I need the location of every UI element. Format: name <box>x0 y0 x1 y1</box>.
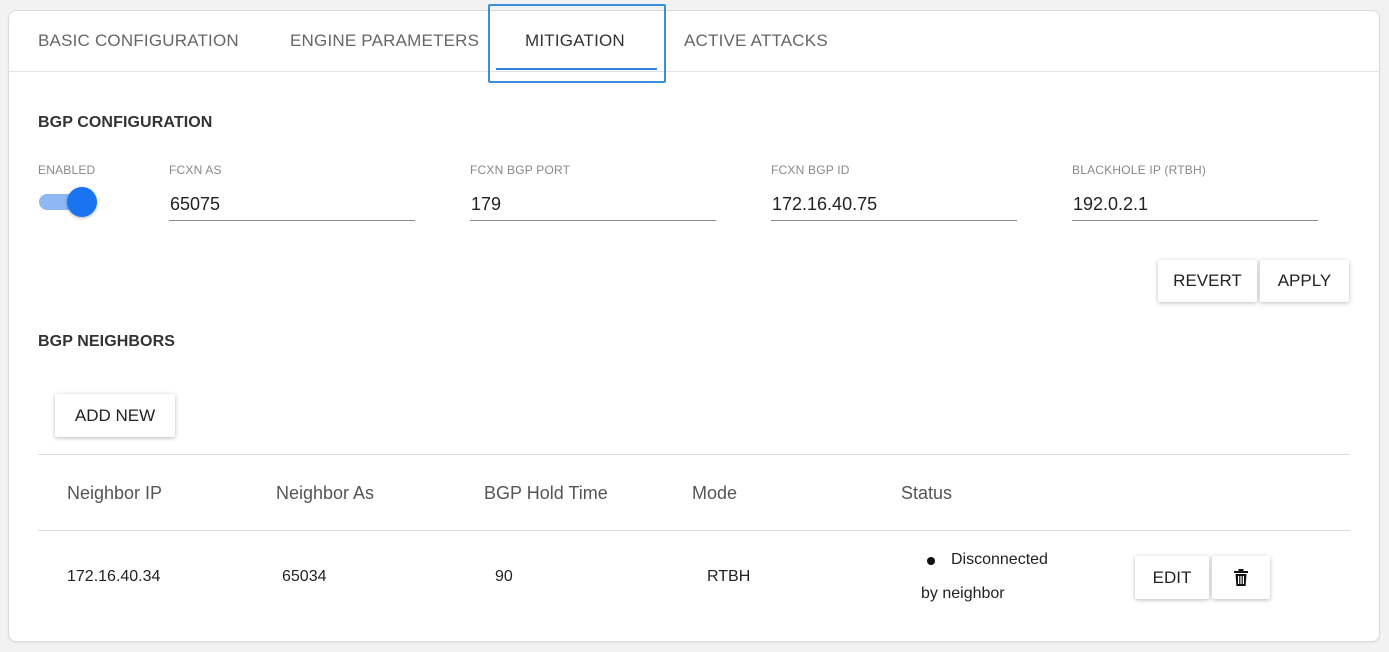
tab-bar: BASIC CONFIGURATION ENGINE PARAMETERS MI… <box>9 4 1379 83</box>
fcxn-as-input[interactable] <box>169 189 415 221</box>
table-top-rule <box>38 454 1350 455</box>
column-header-bgp-hold-time: BGP Hold Time <box>484 483 608 503</box>
column-header-status: Status <box>901 483 953 503</box>
fcxn-bgp-id-input[interactable] <box>771 189 1017 221</box>
fcxn-bgp-id-label: FCXN BGP ID <box>771 163 850 177</box>
table-header-rule <box>38 530 1350 531</box>
status-dot <box>927 557 935 565</box>
column-header-mode: Mode <box>692 483 738 503</box>
enabled-toggle[interactable] <box>38 186 98 218</box>
trash-icon <box>1212 569 1270 586</box>
hold-time-cell: 90 <box>495 568 513 585</box>
tab-active-attacks[interactable]: ACTIVE ATTACKS <box>684 31 828 51</box>
bgp-configuration-title: BGP CONFIGURATION <box>38 114 213 131</box>
blackhole-ip-label: BLACKHOLE IP (RTBH) <box>1072 163 1207 177</box>
revert-button[interactable]: REVERT <box>1158 260 1257 302</box>
fcxn-bgp-port-input[interactable] <box>470 189 716 221</box>
neighbor-ip-cell: 172.16.40.34 <box>67 568 161 585</box>
enabled-label: ENABLED <box>38 163 96 177</box>
neighbor-as-cell: 65034 <box>282 568 327 585</box>
bgp-neighbors-title: BGP NEIGHBORS <box>38 333 176 350</box>
fcxn-bgp-port-label: FCXN BGP PORT <box>470 163 571 177</box>
column-header-neighbor-as: Neighbor As <box>276 483 375 503</box>
tab-basic-configuration[interactable]: BASIC CONFIGURATION <box>38 31 239 51</box>
status-text-line1: Disconnected <box>951 551 1048 568</box>
fcxn-as-label: FCXN AS <box>169 163 222 177</box>
add-new-button[interactable]: ADD NEW <box>55 394 175 437</box>
blackhole-ip-input[interactable] <box>1072 189 1318 221</box>
edit-button[interactable]: EDIT <box>1135 556 1209 599</box>
mode-cell: RTBH <box>707 568 751 585</box>
apply-button[interactable]: APPLY <box>1260 260 1349 302</box>
status-text-line2: by neighbor <box>921 585 1005 602</box>
tab-focus-ring <box>488 4 666 83</box>
delete-button[interactable] <box>1212 556 1270 599</box>
toggle-knob <box>67 187 97 217</box>
mitigation-card: BASIC CONFIGURATION ENGINE PARAMETERS MI… <box>8 4 1380 642</box>
column-header-neighbor-ip: Neighbor IP <box>67 483 163 503</box>
tab-engine-parameters[interactable]: ENGINE PARAMETERS <box>290 31 479 51</box>
